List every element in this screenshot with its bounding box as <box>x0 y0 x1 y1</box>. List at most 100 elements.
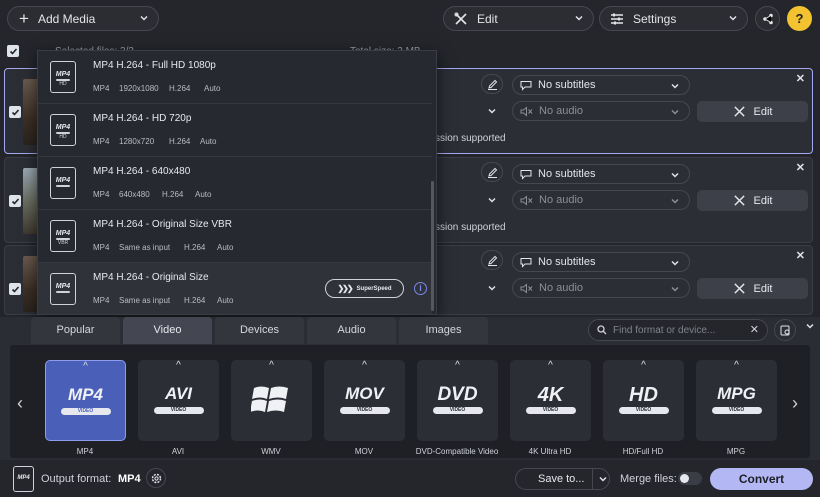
caret-up-icon: ^ <box>734 360 739 371</box>
remove-file-button[interactable]: ✕ <box>796 161 805 174</box>
pencil-icon <box>487 79 497 90</box>
pencil-icon <box>487 167 497 178</box>
audio-dropdown[interactable]: No audio <box>512 278 690 298</box>
format-cards: ‹ › ^ MP4 VIDEO MP4 ^ AVI VIDEO AVI ^ WM… <box>10 345 810 458</box>
scissors-icon <box>733 195 745 206</box>
preset-resolution: 1920x1080 <box>119 84 159 93</box>
format-settings-button[interactable] <box>774 319 796 341</box>
preset-title: MP4 H.264 - HD 720p <box>93 113 192 124</box>
file-checkbox[interactable] <box>9 106 21 118</box>
subtitles-dropdown[interactable]: No subtitles <box>512 252 690 272</box>
chevron-down-icon <box>671 172 679 178</box>
preset-item[interactable]: MP4 HD MP4 H.264 - HD 720p MP4 1280x720 … <box>38 104 432 157</box>
preset-container: MP4 <box>93 190 110 199</box>
format-card-avi[interactable]: ^ AVI VIDEO <box>138 360 219 441</box>
superspeed-badge[interactable]: ❯❯❯ SuperSpeed <box>325 279 404 298</box>
subtitles-dropdown[interactable]: No subtitles <box>512 164 690 184</box>
info-icon[interactable]: i <box>414 282 427 295</box>
chevron-left-icon[interactable]: ‹ <box>17 393 23 414</box>
output-format-icon: MP4 <box>13 466 34 492</box>
add-media-button[interactable]: + Add Media <box>7 6 159 31</box>
chevron-down-icon <box>575 15 583 21</box>
preset-bitrate: Auto <box>204 84 221 93</box>
preset-bitrate: Auto <box>195 190 212 199</box>
subtitles-dropdown[interactable]: No subtitles <box>512 75 690 95</box>
chevron-down-icon[interactable] <box>805 321 815 331</box>
preset-item[interactable]: MP4 HD MP4 H.264 - Full HD 1080p MP4 192… <box>38 51 432 104</box>
audio-dropdown[interactable]: No audio <box>512 190 690 210</box>
audio-dropdown[interactable]: No audio <box>512 101 690 121</box>
edit-label: Edit <box>477 11 498 26</box>
tab-video[interactable]: Video <box>123 317 212 344</box>
format-preset-dropdown: MP4 HD MP4 H.264 - Full HD 1080p MP4 192… <box>37 50 437 315</box>
preset-codec: H.264 <box>162 190 184 199</box>
file-format-icon: MP4 <box>50 167 76 199</box>
dropdown-scrollbar[interactable] <box>431 181 434 311</box>
merge-files-toggle[interactable] <box>678 472 702 485</box>
format-card-mov[interactable]: ^ MOV VIDEO <box>324 360 405 441</box>
speaker-muted-icon <box>520 194 533 206</box>
output-settings-button[interactable] <box>146 468 166 488</box>
chevron-down-icon[interactable] <box>487 106 497 116</box>
caret-up-icon: ^ <box>83 361 88 372</box>
settings-label: Settings <box>633 11 677 26</box>
select-all-checkbox[interactable] <box>7 45 19 57</box>
gear-icon <box>151 473 161 483</box>
chevron-down-icon[interactable] <box>598 474 608 484</box>
chevron-down-icon <box>140 15 148 21</box>
audio-value: No audio <box>539 194 584 206</box>
file-checkbox[interactable] <box>9 195 21 207</box>
preset-title: MP4 H.264 - Original Size VBR <box>93 219 232 230</box>
tab-devices[interactable]: Devices <box>215 317 304 344</box>
subtitles-value: No subtitles <box>538 256 596 268</box>
caret-up-icon: ^ <box>269 360 274 371</box>
format-settings-icon <box>780 325 789 335</box>
file-edit-label: Edit <box>753 105 773 118</box>
subtitles-value: No subtitles <box>538 168 596 180</box>
chevron-down-icon <box>671 286 679 292</box>
file-format-icon: MP4 HD <box>50 61 76 93</box>
chevron-down-icon[interactable] <box>487 283 497 293</box>
help-button[interactable]: ? <box>787 6 812 31</box>
tab-popular[interactable]: Popular <box>31 317 120 344</box>
file-format-icon: MP4 <box>50 273 76 305</box>
share-icon <box>762 13 773 24</box>
settings-button[interactable]: Settings <box>599 6 748 31</box>
clear-search-button[interactable]: ✕ <box>750 323 759 336</box>
rename-button[interactable] <box>481 250 503 270</box>
format-card-hd[interactable]: ^ HD VIDEO <box>603 360 684 441</box>
preset-item[interactable]: MP4 MP4 H.264 - 640x480 MP4 640x480 H.26… <box>38 157 432 210</box>
save-to-button[interactable]: Save to... <box>515 468 610 490</box>
chevron-right-icon[interactable]: › <box>792 393 798 414</box>
rename-button[interactable] <box>481 74 503 94</box>
rename-button[interactable] <box>481 162 503 182</box>
preset-item[interactable]: MP4 MP4 H.264 - Original Size MP4 Same a… <box>38 263 432 314</box>
file-edit-button[interactable]: Edit <box>697 101 808 122</box>
file-checkbox[interactable] <box>9 283 21 295</box>
share-button[interactable] <box>755 6 780 31</box>
checkmark-icon <box>11 108 19 116</box>
chevron-down-icon <box>671 109 679 115</box>
tab-images[interactable]: Images <box>399 317 488 344</box>
format-card-mpg[interactable]: ^ MPG VIDEO <box>696 360 777 441</box>
file-edit-button[interactable]: Edit <box>697 190 808 211</box>
format-card-wmv[interactable]: ^ <box>231 360 312 441</box>
format-search-input[interactable]: Find format or device... ✕ <box>588 319 768 341</box>
format-card-dvd[interactable]: ^ DVD VIDEO <box>417 360 498 441</box>
remove-file-button[interactable]: ✕ <box>796 249 805 262</box>
preset-resolution: 640x480 <box>119 190 150 199</box>
preset-item[interactable]: MP4 VBR MP4 H.264 - Original Size VBR MP… <box>38 210 432 263</box>
chevron-down-icon <box>671 83 679 89</box>
caret-up-icon: ^ <box>176 360 181 371</box>
chevron-down-icon <box>729 15 737 21</box>
convert-button[interactable]: Convert <box>710 468 813 490</box>
chevron-down-icon[interactable] <box>487 195 497 205</box>
speech-bubble-icon <box>520 169 532 180</box>
format-card-4k[interactable]: ^ 4K VIDEO <box>510 360 591 441</box>
remove-file-button[interactable]: ✕ <box>796 72 805 85</box>
file-edit-button[interactable]: Edit <box>697 278 808 299</box>
tab-audio[interactable]: Audio <box>307 317 396 344</box>
edit-button[interactable]: Edit <box>443 6 594 31</box>
plus-icon: + <box>19 9 29 28</box>
format-card-mp4[interactable]: ^ MP4 VIDEO <box>45 360 126 441</box>
